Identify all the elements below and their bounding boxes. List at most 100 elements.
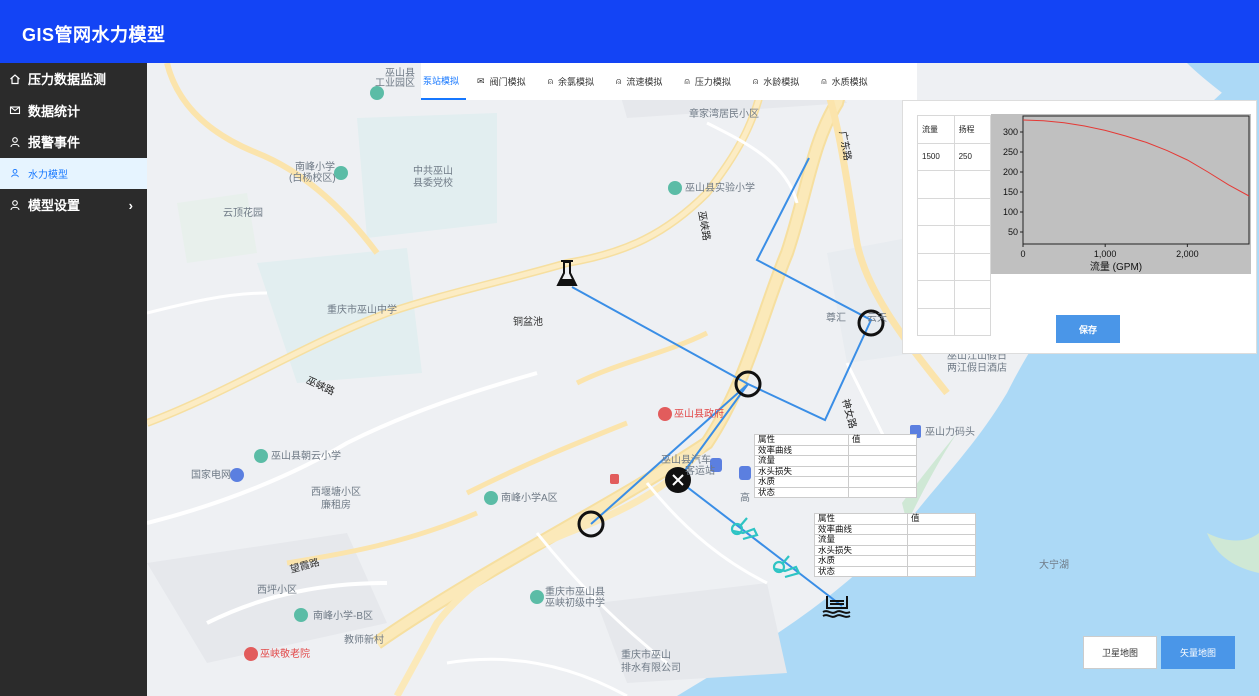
property-cell: 效率曲线	[814, 523, 908, 535]
table-row	[917, 197, 992, 226]
sidebar-item-hydraulic-model[interactable]: 水力模型	[0, 157, 147, 189]
value-cell[interactable]	[848, 486, 917, 498]
head-cell[interactable]	[953, 225, 992, 254]
pump-curve-table: 流量 扬程 1500 250	[917, 115, 992, 336]
value-cell[interactable]	[848, 444, 917, 456]
user-icon: ⍝	[684, 76, 690, 86]
x-tick-label: 1,000	[1094, 249, 1117, 259]
chevron-right-icon: ›	[128, 198, 133, 213]
mail-icon	[9, 104, 21, 116]
map-label: 巫峡敬老院	[260, 649, 310, 660]
map-label: 巫山县朝云小学	[271, 451, 341, 462]
y-tick-label: 250	[1003, 147, 1018, 157]
value-cell[interactable]	[907, 555, 976, 567]
map-label: 巫山县实验小学	[685, 183, 755, 194]
value-cell[interactable]	[848, 476, 917, 488]
value-cell[interactable]	[848, 455, 917, 467]
y-tick-label: 50	[1008, 227, 1018, 237]
table-row	[917, 280, 992, 309]
value-cell: 值	[848, 434, 917, 446]
map-label: 巫山力码头	[925, 427, 975, 438]
table-row: 效率曲线	[814, 523, 976, 535]
head-cell[interactable]	[953, 307, 992, 336]
app-header: GIS管网水力模型	[0, 0, 1259, 63]
map-label: 排水有限公司	[621, 663, 681, 674]
property-cell: 属性	[814, 513, 908, 525]
tab-chlorine-simulation[interactable]: ⍝ 余氯模拟	[537, 63, 605, 100]
value-cell[interactable]	[907, 565, 976, 577]
flow-cell[interactable]	[917, 252, 955, 281]
map-label: 西堰塘小区	[311, 487, 361, 498]
y-tick-label: 200	[1003, 167, 1018, 177]
head-cell[interactable]	[953, 252, 992, 281]
user-icon	[9, 167, 21, 179]
sidebar: 压力数据监测 数据统计 报警事件 水力模型 模型设置 ›	[0, 63, 147, 696]
app-title: GIS管网水力模型	[22, 25, 166, 45]
value-cell[interactable]	[907, 534, 976, 546]
map-label: 国家电网	[191, 470, 231, 481]
vector-map-button[interactable]: 矢量地图	[1161, 636, 1235, 669]
y-tick-label: 150	[1003, 187, 1018, 197]
head-cell[interactable]	[953, 170, 992, 199]
map-label: 重庆市巫山	[621, 650, 671, 661]
table-row	[917, 252, 992, 281]
table-row: 属性值	[754, 434, 917, 446]
head-cell[interactable]: 250	[953, 142, 992, 171]
table-row: 状态	[814, 565, 976, 577]
map-label: 县委党校	[413, 178, 453, 189]
y-tick-label: 100	[1003, 207, 1018, 217]
save-button[interactable]: 保存	[1056, 315, 1120, 343]
table-row: 水质	[814, 555, 976, 567]
table-row	[917, 307, 992, 336]
value-cell[interactable]	[907, 544, 976, 556]
head-cell[interactable]	[953, 197, 992, 226]
head-cell[interactable]	[953, 280, 992, 309]
satellite-map-button[interactable]: 卫星地图	[1083, 636, 1157, 669]
tab-valve-simulation[interactable]: ✉ 阀门模拟	[466, 63, 537, 100]
table-header-flow: 流量	[917, 115, 955, 144]
property-cell: 水质	[754, 476, 849, 488]
map-label: 铜盆池	[513, 317, 543, 328]
property-cell: 水质	[814, 555, 908, 567]
sidebar-item-alarm-events[interactable]: 报警事件	[0, 126, 147, 158]
home-icon	[9, 73, 21, 85]
sidebar-item-model-settings[interactable]: 模型设置 ›	[0, 189, 147, 221]
tab-pump-simulation[interactable]: 泵站模拟	[421, 63, 467, 100]
map-label: 大宁湖	[1039, 560, 1069, 571]
map-label: 南峰小学-B区	[313, 611, 373, 622]
map-label: 廉租房	[321, 500, 351, 511]
value-cell[interactable]	[907, 523, 976, 535]
map-label: 两江假日酒店	[947, 363, 1007, 374]
flow-cell[interactable]	[917, 307, 955, 336]
sidebar-item-label: 模型设置	[28, 198, 81, 214]
flow-cell[interactable]	[917, 170, 955, 199]
plot-area	[1022, 115, 1250, 245]
property-cell: 流量	[754, 455, 849, 467]
tab-water-age-simulation[interactable]: ⍝ 水龄模拟	[742, 63, 810, 100]
flow-cell[interactable]	[917, 197, 955, 226]
flow-cell[interactable]: 1500	[917, 142, 955, 171]
user-icon: ⍝	[752, 76, 759, 86]
value-cell[interactable]	[848, 465, 917, 477]
property-cell: 属性	[754, 434, 849, 446]
x-axis-label: 流量 (GPM)	[1090, 260, 1142, 273]
map-label: 中共巫山	[413, 166, 453, 177]
map-label: 工业园区	[375, 78, 415, 89]
flow-cell[interactable]	[917, 225, 955, 254]
pipe-property-table: 属性值 效率曲线 流量 水头损失 水质 状态	[754, 434, 917, 498]
sidebar-item-pressure-monitor[interactable]: 压力数据监测	[0, 63, 147, 95]
sidebar-item-statistics[interactable]: 数据统计	[0, 95, 147, 127]
tab-water-quality-simulation[interactable]: ⍝ 水质模拟	[810, 63, 878, 100]
table-row	[917, 225, 992, 254]
property-cell: 效率曲线	[754, 444, 849, 456]
sidebar-item-label: 数据统计	[28, 103, 81, 119]
table-row: 水头损失	[814, 544, 976, 556]
tab-pressure-simulation[interactable]: ⍝ 压力模拟	[673, 63, 741, 100]
map-label: 南峰小学A区	[501, 493, 558, 504]
tab-velocity-simulation[interactable]: ⍝ 流速模拟	[605, 63, 673, 100]
flow-cell[interactable]	[917, 280, 955, 309]
map-label: 尊汇	[826, 313, 846, 324]
simulation-tabs: 泵站模拟 ✉ 阀门模拟 ⍝ 余氯模拟 ⍝ 流速模拟 ⍝ 压力模拟 ⍝ 水龄模拟 ⍝ 水质模拟	[421, 63, 917, 100]
table-row: 属性值	[814, 513, 976, 525]
user-icon	[9, 199, 21, 211]
